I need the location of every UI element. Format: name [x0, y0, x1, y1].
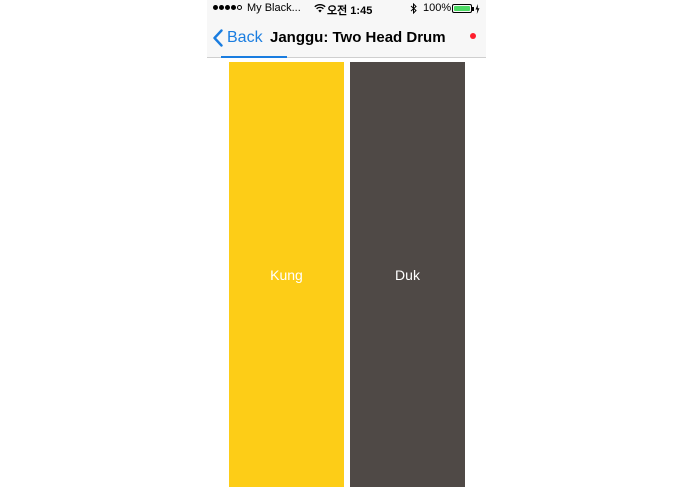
status-time: 오전 1:45: [327, 5, 373, 17]
charging-bolt-icon: [475, 4, 480, 14]
duk-drum-pad[interactable]: Duk: [350, 62, 465, 487]
battery-icon: [452, 4, 472, 13]
page-title: Janggu: Two Head Drum: [270, 29, 446, 46]
status-bar: My Black... 오전 1:45 100%: [207, 0, 486, 18]
kung-drum-pad[interactable]: Kung: [229, 62, 344, 487]
app-screen: My Black... 오전 1:45 100% Back Janggu: Tw…: [207, 0, 486, 494]
signal-dots-icon: [213, 5, 242, 10]
battery-percent: 100%: [423, 2, 452, 14]
kung-pad-label: Kung: [270, 266, 303, 283]
bluetooth-icon: [410, 3, 417, 14]
navigation-bar: Back Janggu: Two Head Drum: [207, 18, 486, 58]
battery-tip: [472, 7, 474, 11]
recording-indicator-icon: [470, 33, 476, 39]
duk-pad-label: Duk: [395, 266, 420, 283]
progress-bar: [207, 56, 486, 58]
carrier-name: My Black...: [247, 2, 301, 14]
progress-fill: [221, 56, 288, 58]
chevron-left-icon: [213, 29, 223, 47]
back-button-label: Back: [227, 29, 263, 46]
back-button[interactable]: Back: [213, 26, 263, 50]
wifi-icon: [314, 4, 326, 13]
